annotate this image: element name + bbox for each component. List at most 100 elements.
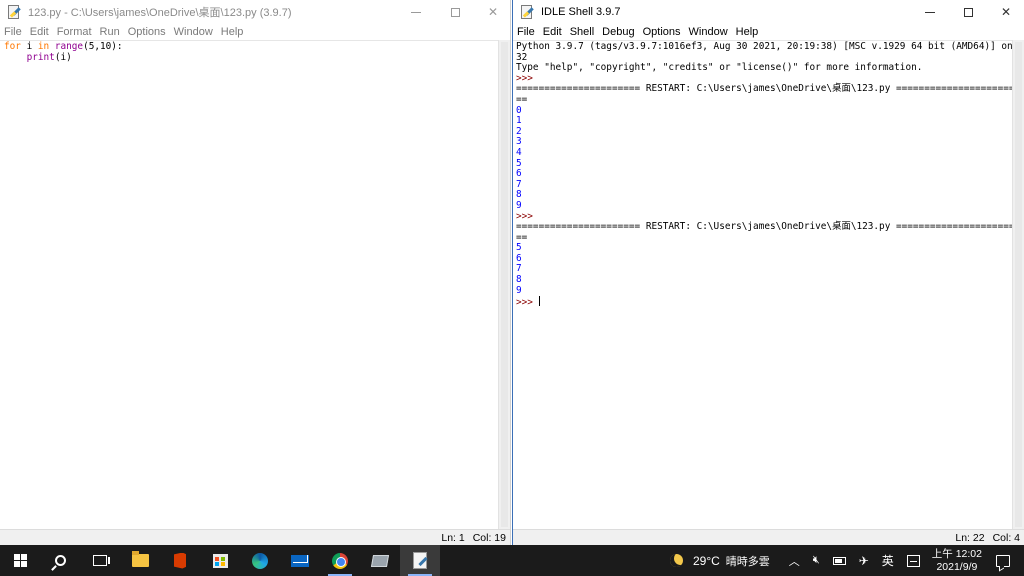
- menu-file[interactable]: File: [513, 26, 539, 38]
- maximize-button[interactable]: [436, 0, 474, 24]
- column-indicator: Col: 19: [472, 531, 506, 544]
- maximize-icon: [963, 7, 973, 17]
- banner-line: Python 3.9.7 (tags/v3.9.7:1016ef3, Aug 3…: [516, 41, 1012, 52]
- output-line: 4: [516, 146, 522, 158]
- code-text: (5,10):: [83, 41, 123, 52]
- editor-menubar: File Edit Format Run Options Window Help: [0, 24, 510, 40]
- editor-scroll-thumb[interactable]: [501, 42, 508, 527]
- code-line: for i in range(5,10):: [4, 41, 494, 53]
- menu-edit[interactable]: Edit: [26, 26, 53, 38]
- active-prompt-line[interactable]: >>>: [516, 296, 1009, 309]
- task-view-icon: [93, 555, 110, 566]
- chrome-icon: [332, 552, 348, 569]
- editor-titlebar[interactable]: 123.py - C:\Users\james\OneDrive\桌面\123.…: [0, 0, 510, 24]
- line-indicator: Ln: 22: [955, 531, 985, 544]
- maximize-button[interactable]: [949, 0, 987, 24]
- task-view-button[interactable]: [80, 545, 120, 576]
- menu-run[interactable]: Run: [96, 26, 124, 38]
- weather-moon-icon[interactable]: [669, 554, 683, 567]
- store-button[interactable]: [200, 545, 240, 576]
- clock-date: 2021/9/9: [936, 560, 978, 573]
- builtin-print: print: [26, 51, 55, 63]
- idle-file-icon: [6, 4, 22, 20]
- menu-window[interactable]: Window: [685, 26, 732, 38]
- app-button[interactable]: [360, 545, 400, 576]
- menu-help[interactable]: Help: [217, 26, 248, 38]
- office-button[interactable]: [160, 545, 200, 576]
- code-editor[interactable]: for i in range(5,10): print(i): [0, 40, 498, 529]
- menu-file[interactable]: File: [0, 26, 26, 38]
- minimize-button[interactable]: [911, 0, 949, 24]
- system-tray: 29°C 晴時多雲 ︿ 🔇︎ ✈ 英 上午 12:02 2021/9/9: [669, 545, 1024, 576]
- menu-edit[interactable]: Edit: [539, 26, 566, 38]
- minimize-icon: [925, 11, 935, 13]
- close-button[interactable]: ✕: [987, 0, 1024, 24]
- ime-mode-icon[interactable]: [906, 554, 920, 567]
- idle-shell-icon: [519, 4, 535, 20]
- shell-title: IDLE Shell 3.9.7: [541, 6, 621, 18]
- search-button[interactable]: [40, 545, 80, 576]
- edge-icon: [252, 552, 268, 569]
- editor-window: 123.py - C:\Users\james\OneDrive\桌面\123.…: [0, 0, 511, 545]
- output-line: 9: [516, 199, 522, 211]
- app-icon: [370, 554, 390, 567]
- chrome-button[interactable]: [320, 545, 360, 576]
- idle-taskbar-button[interactable]: [400, 545, 440, 576]
- start-icon: [13, 554, 27, 567]
- menu-format[interactable]: Format: [53, 26, 96, 38]
- shell-window: IDLE Shell 3.9.7 ✕ File Edit Shell Debug…: [512, 0, 1024, 545]
- output-line: 6: [516, 168, 522, 180]
- output-line: 1: [516, 115, 522, 127]
- editor-title: 123.py - C:\Users\james\OneDrive\桌面\123.…: [28, 7, 292, 19]
- line-indicator: Ln: 1: [441, 531, 465, 544]
- edge-button[interactable]: [240, 545, 280, 576]
- weather-desc[interactable]: 晴時多雲: [726, 553, 770, 569]
- battery-icon[interactable]: [832, 556, 846, 565]
- weather-temp[interactable]: 29°C: [693, 554, 720, 568]
- output-line: 5: [516, 157, 522, 169]
- builtin-range: range: [54, 41, 84, 52]
- file-explorer-button[interactable]: [120, 545, 160, 576]
- taskbar: 29°C 晴時多雲 ︿ 🔇︎ ✈ 英 上午 12:02 2021/9/9: [0, 545, 1024, 576]
- menu-help[interactable]: Help: [732, 26, 763, 38]
- notification-icon[interactable]: [996, 554, 1010, 567]
- menu-window[interactable]: Window: [170, 26, 217, 38]
- mail-icon: [291, 554, 309, 567]
- shell-scroll-thumb[interactable]: [1015, 42, 1022, 527]
- shell-titlebar[interactable]: IDLE Shell 3.9.7 ✕: [513, 0, 1024, 24]
- minimize-icon: [411, 11, 421, 13]
- banner-line: Type "help", "copyright", "credits" or "…: [516, 62, 923, 74]
- shell-prompt: >>>: [516, 297, 533, 309]
- output-line: 7: [516, 178, 522, 190]
- ime-indicator[interactable]: 英: [882, 552, 894, 569]
- menu-debug[interactable]: Debug: [598, 26, 638, 38]
- output-line: 8: [516, 189, 522, 201]
- start-button[interactable]: [0, 545, 40, 576]
- shell-statusbar: Ln: 22 Col: 4: [513, 529, 1024, 545]
- restart-line: ====================== RESTART: C:\Users…: [516, 221, 1012, 233]
- chevron-up-icon[interactable]: ︿: [789, 553, 800, 569]
- airplane-mode-icon[interactable]: ✈: [859, 554, 869, 568]
- shell-scrollbar[interactable]: [1012, 40, 1024, 529]
- editor-scrollbar[interactable]: [498, 40, 510, 529]
- restart-line: ====================== RESTART: C:\Users…: [516, 83, 1012, 95]
- menu-shell[interactable]: Shell: [566, 26, 598, 38]
- output-line: 7: [516, 263, 522, 275]
- menu-options[interactable]: Options: [639, 26, 685, 38]
- minimize-button[interactable]: [397, 0, 435, 24]
- clock[interactable]: 上午 12:02 2021/9/9: [932, 548, 982, 574]
- code-text: i: [20, 41, 38, 52]
- store-icon: [212, 553, 228, 568]
- office-icon: [174, 552, 186, 569]
- keyword-in: in: [37, 41, 50, 52]
- output-line: 0: [516, 104, 522, 116]
- shell-output[interactable]: Python 3.9.7 (tags/v3.9.7:1016ef3, Aug 3…: [513, 40, 1012, 529]
- mail-button[interactable]: [280, 545, 320, 576]
- menu-options[interactable]: Options: [124, 26, 170, 38]
- close-button[interactable]: ✕: [474, 0, 510, 24]
- output-line: 9: [516, 284, 522, 296]
- speaker-muted-icon[interactable]: 🔇︎: [813, 554, 820, 567]
- keyword-for: for: [4, 41, 21, 52]
- code-text: (i): [54, 51, 72, 63]
- output-line: 8: [516, 274, 522, 286]
